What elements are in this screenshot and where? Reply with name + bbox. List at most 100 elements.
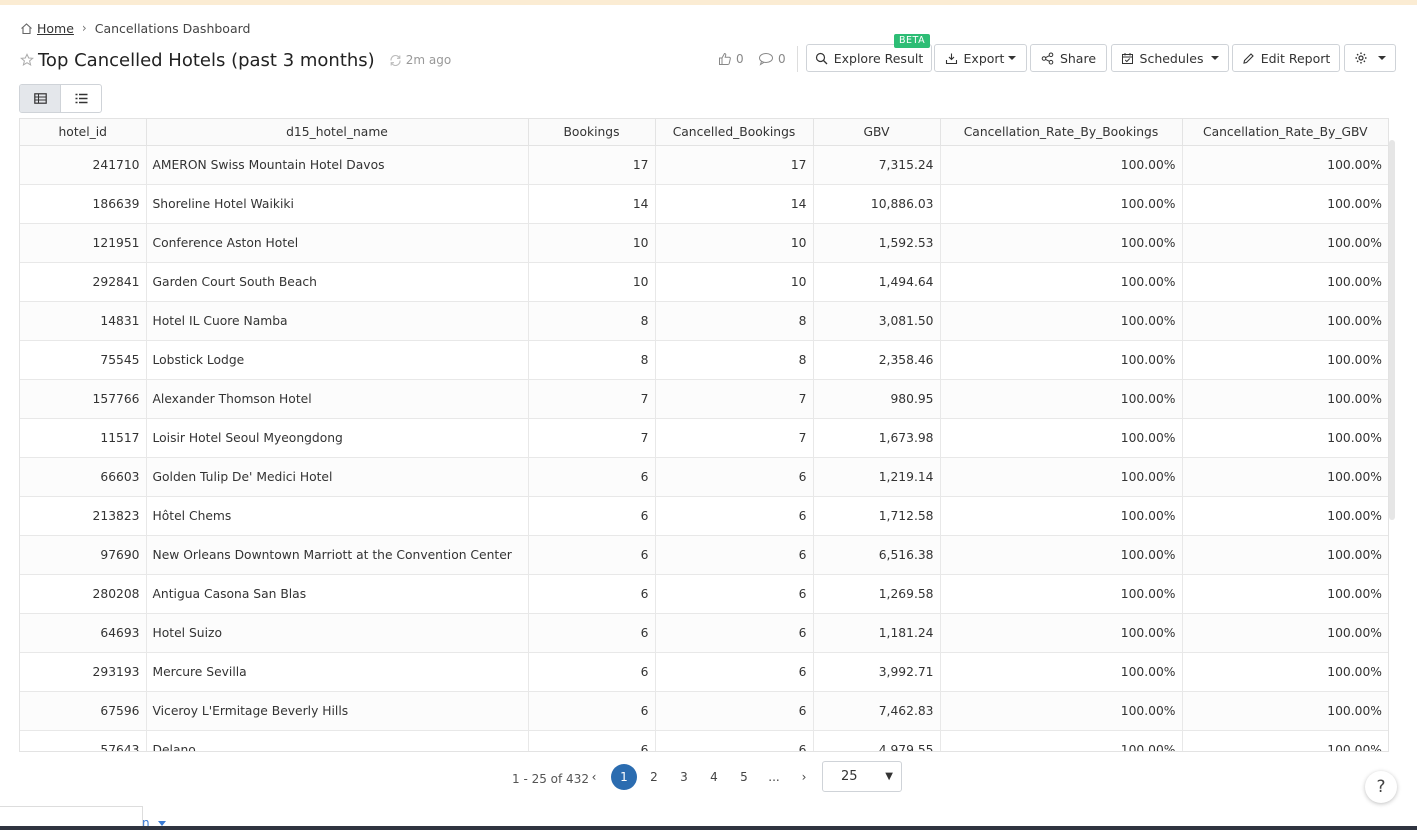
table-cell: 67596 — [20, 691, 147, 731]
like-count: 0 — [736, 52, 744, 66]
table-view-button[interactable] — [20, 85, 61, 112]
table-row: 75545 Lobstick Lodge 8 8 2,358.46 100.00% 100.… — [20, 340, 1388, 380]
table-cell: 100.00% — [940, 418, 1183, 458]
table-cell: 100.00% — [940, 457, 1183, 497]
table-cell: 10 — [528, 262, 656, 302]
breadcrumb-home-link[interactable]: Home — [37, 21, 74, 36]
table-cell: 8 — [655, 340, 814, 380]
comment-icon — [759, 53, 773, 66]
table-cell: 293193 — [20, 652, 147, 692]
help-button[interactable]: ? — [1365, 771, 1397, 803]
table-cell: 100.00% — [940, 184, 1183, 224]
column-header[interactable]: Bookings — [528, 119, 656, 146]
column-header[interactable]: GBV — [813, 119, 941, 146]
table-cell: 14 — [528, 184, 656, 224]
page-button-4[interactable]: 4 — [701, 764, 727, 790]
settings-menu-button[interactable] — [1344, 44, 1396, 72]
table-cell: 3,992.71 — [813, 652, 941, 692]
breadcrumb: Home › Cancellations Dashboard — [20, 19, 250, 37]
table-cell: 6 — [655, 613, 814, 653]
table-cell: 100.00% — [940, 535, 1183, 575]
edit-report-button[interactable]: Edit Report — [1232, 44, 1340, 72]
table-row: 64693 Hotel Suizo 6 6 1,181.24 100.00% 100.00% — [20, 613, 1388, 653]
table-scrollbar[interactable] — [1389, 140, 1395, 520]
table-cell: 66603 — [20, 457, 147, 497]
schedules-button[interactable]: Schedules — [1111, 44, 1229, 72]
page-button-3[interactable]: 3 — [671, 764, 697, 790]
table-cell: 1,219.14 — [813, 457, 941, 497]
table-cell: 100.00% — [940, 574, 1183, 614]
comment-count: 0 — [778, 52, 786, 66]
column-header[interactable]: Cancelled_Bookings — [655, 119, 814, 146]
refresh-status[interactable]: 2m ago — [389, 53, 451, 67]
table-cell: 1,592.53 — [813, 223, 941, 263]
results-table: hotel_id d15_hotel_name Bookings Cancelled_… — [19, 118, 1389, 752]
table-cell: 6 — [528, 574, 656, 614]
table-cell: 100.00% — [1182, 613, 1388, 653]
table-cell: 4,979.55 — [813, 730, 941, 751]
table-cell: 6 — [655, 457, 814, 497]
table-cell: 64693 — [20, 613, 147, 653]
table-cell: 100.00% — [1182, 574, 1388, 614]
table-cell: Alexander Thomson Hotel — [146, 379, 529, 419]
table-cell: 6 — [528, 691, 656, 731]
next-page-button[interactable]: › — [791, 764, 817, 790]
table-cell: 10 — [655, 223, 814, 263]
page-button-5[interactable]: 5 — [731, 764, 757, 790]
table-cell: 8 — [528, 301, 656, 341]
table-cell: 3,081.50 — [813, 301, 941, 341]
caret-down-icon — [1008, 56, 1017, 60]
star-icon[interactable] — [20, 53, 34, 67]
caret-down-icon — [1211, 56, 1220, 60]
bottom-panel-tab[interactable] — [0, 806, 143, 826]
table-cell: 100.00% — [940, 652, 1183, 692]
page-size-select[interactable]: 25 ▼ — [822, 761, 902, 792]
table-cell: 292841 — [20, 262, 147, 302]
page-button-2[interactable]: 2 — [641, 764, 667, 790]
table-row: 14831 Hotel IL Cuore Namba 8 8 3,081.50 100.0… — [20, 301, 1388, 341]
prev-page-button[interactable]: ‹ — [581, 764, 607, 790]
table-cell: 100.00% — [1182, 262, 1388, 302]
column-header[interactable]: hotel_id — [20, 119, 147, 146]
share-button[interactable]: Share — [1030, 44, 1107, 72]
table-cell: Mercure Sevilla — [146, 652, 529, 692]
export-button[interactable]: Export — [934, 44, 1027, 72]
table-row: 97690 New Orleans Downtown Marriott at th… — [20, 535, 1388, 575]
column-header[interactable]: Cancellation_Rate_By_GBV — [1182, 119, 1388, 146]
table-row: 11517 Loisir Hotel Seoul Myeongdong 7 7 1,67… — [20, 418, 1388, 458]
table-cell: 7 — [655, 418, 814, 458]
table-cell: 6 — [528, 730, 656, 751]
list-view-button[interactable] — [61, 85, 101, 112]
table-cell: Hôtel Chems — [146, 496, 529, 536]
caret-down-icon — [1378, 56, 1386, 60]
table-cell: 6 — [528, 613, 656, 653]
caret-down-icon: ▼ — [885, 771, 893, 782]
share-icon — [1041, 52, 1054, 64]
column-header[interactable]: Cancellation_Rate_By_Bookings — [940, 119, 1183, 146]
table-cell: New Orleans Downtown Marriott at the Con… — [146, 535, 529, 575]
table-cell: 75545 — [20, 340, 147, 380]
table-cell: Golden Tulip De' Medici Hotel — [146, 457, 529, 497]
comment-counter[interactable]: 0 — [758, 51, 786, 67]
pagination-ellipsis: ... — [768, 770, 780, 784]
table-row: 66603 Golden Tulip De' Medici Hotel 6 6 1,21… — [20, 457, 1388, 497]
like-counter[interactable]: 0 — [718, 51, 744, 67]
edit-report-label: Edit Report — [1260, 50, 1331, 66]
table-cell: 6 — [528, 457, 656, 497]
column-header[interactable]: d15_hotel_name — [146, 119, 529, 146]
pencil-icon — [1242, 52, 1254, 64]
table-cell: 100.00% — [1182, 184, 1388, 224]
table-cell: Hotel IL Cuore Namba — [146, 301, 529, 341]
table-cell: 6 — [655, 730, 814, 751]
table-cell: 241710 — [20, 145, 147, 185]
calendar-icon — [1121, 52, 1133, 64]
table-cell: 186639 — [20, 184, 147, 224]
breadcrumb-current: Cancellations Dashboard — [94, 20, 251, 36]
explore-result-button[interactable]: Explore Result — [806, 44, 932, 72]
page-button-1[interactable]: 1 — [611, 764, 637, 790]
refresh-icon — [390, 54, 401, 66]
table-cell: 100.00% — [940, 379, 1183, 419]
report-header: Top Cancelled Hotels (past 3 months) 2m … — [20, 46, 451, 74]
chevron-right-icon: › — [81, 21, 87, 35]
table-cell: 100.00% — [1182, 652, 1388, 692]
